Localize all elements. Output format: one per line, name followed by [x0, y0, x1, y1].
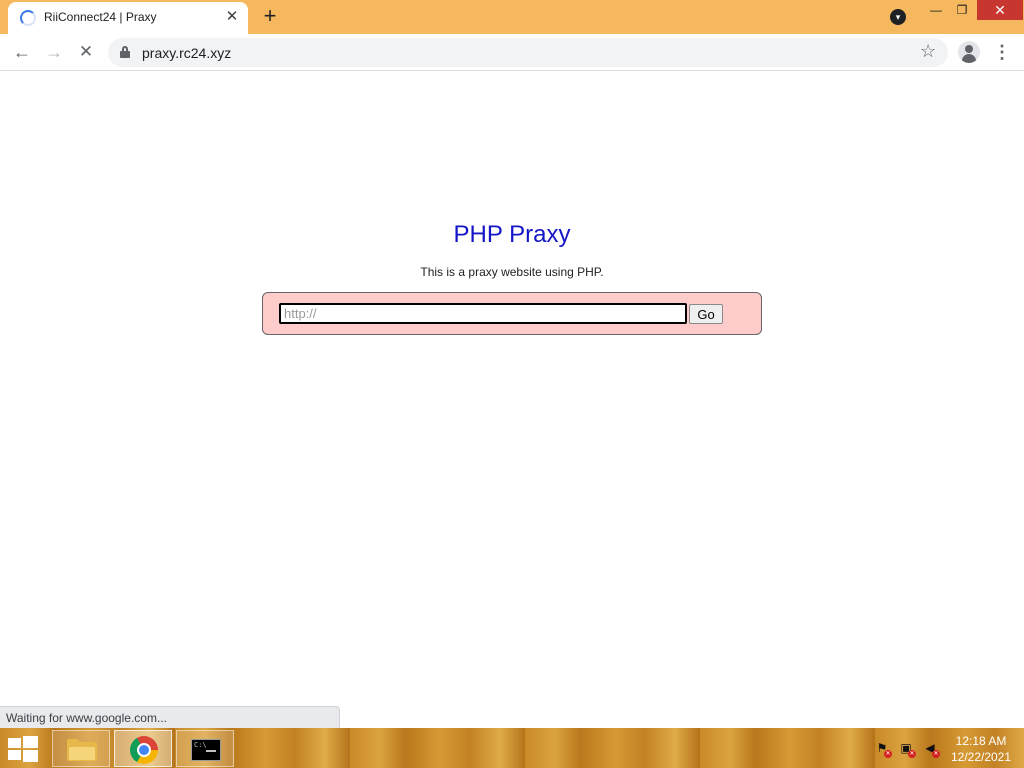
- browser-menu-icon[interactable]: ⋮: [992, 41, 1012, 63]
- windows-start-icon[interactable]: [8, 736, 38, 762]
- taskbar-command-prompt[interactable]: C:\: [176, 730, 234, 767]
- page-tagline: This is a praxy website using PHP.: [420, 265, 604, 279]
- go-button[interactable]: Go: [689, 304, 723, 324]
- volume-muted-icon[interactable]: ◀ ✕: [922, 740, 940, 758]
- taskbar-file-explorer[interactable]: [52, 730, 110, 767]
- folder-icon: [67, 739, 97, 761]
- stop-loading-button[interactable]: ✕: [74, 40, 98, 64]
- profile-avatar-icon[interactable]: [958, 41, 980, 63]
- tab-search-icon[interactable]: ▾: [890, 9, 906, 25]
- clock-date: 12/22/2021: [950, 750, 1012, 764]
- clock-time: 12:18 AM: [955, 734, 1007, 748]
- new-tab-button[interactable]: +: [258, 5, 282, 29]
- action-center-flag-icon[interactable]: ⚑ ✕: [874, 740, 892, 758]
- tab-title: RiiConnect24 | Praxy: [44, 10, 157, 24]
- bookmark-star-icon[interactable]: ☆: [920, 41, 936, 62]
- browser-toolbar: ← → ✕ praxy.rc24.xyz ☆: [0, 34, 1024, 71]
- lock-icon[interactable]: [120, 46, 130, 58]
- proxy-form: Go: [262, 292, 762, 335]
- browser-tab[interactable]: RiiConnect24 | Praxy ✕: [8, 2, 248, 34]
- cmd-icon: C:\: [191, 739, 221, 761]
- maximize-button[interactable]: ❐: [947, 0, 977, 20]
- tab-strip: RiiConnect24 | Praxy ✕ + ▾ — ❐ ✕: [0, 0, 1024, 34]
- taskbar: C:\ ⚑ ✕ ▣ ✕ ◀ ✕ 12:18 AM 12/22/2021: [0, 728, 1024, 768]
- forward-button[interactable]: →: [42, 40, 66, 64]
- tab-close-icon[interactable]: ✕: [224, 9, 240, 25]
- address-bar[interactable]: praxy.rc24.xyz ☆: [108, 38, 948, 67]
- network-icon[interactable]: ▣ ✕: [898, 740, 916, 758]
- url-text[interactable]: praxy.rc24.xyz: [142, 45, 231, 61]
- taskbar-chrome[interactable]: [114, 730, 172, 767]
- back-button[interactable]: ←: [10, 40, 34, 64]
- url-input[interactable]: [279, 303, 687, 324]
- taskbar-clock[interactable]: 12:18 AM 12/22/2021: [944, 733, 1018, 765]
- close-window-button[interactable]: ✕: [977, 0, 1023, 20]
- page-title: PHP Praxy: [453, 221, 571, 248]
- page-content: PHP Praxy This is a praxy website using …: [0, 71, 1024, 728]
- status-bubble: Waiting for www.google.com...: [0, 706, 340, 728]
- chrome-icon: [130, 736, 158, 764]
- loading-spinner-icon: [20, 10, 36, 26]
